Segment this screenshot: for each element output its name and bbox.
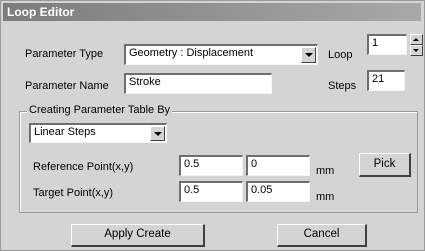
reference-x-input[interactable]: 0.5 [179,155,243,176]
cancel-button[interactable]: Cancel [277,224,367,247]
parameter-type-select[interactable]: Geometry : Displacement [124,44,318,65]
chevron-down-icon[interactable] [150,126,165,141]
reference-unit: mm [316,165,335,177]
loop-label: Loop [328,49,353,61]
loop-editor-window: Loop Editor Parameter Type Geometry : Di… [0,0,425,251]
target-point-label: Target Point(x,y) [33,187,114,199]
method-value: Linear Steps [34,126,96,138]
reference-y-input[interactable]: 0 [246,155,310,176]
target-y-input[interactable]: 0.05 [246,181,310,202]
spin-down-icon[interactable] [410,45,423,56]
parameter-name-label: Parameter Name [25,80,109,92]
group-title: Creating Parameter Table By [27,104,173,116]
parameter-type-label: Parameter Type [25,48,104,60]
parameter-name-input[interactable]: Stroke [124,73,272,94]
steps-input[interactable]: 21 [367,70,405,91]
spin-up-icon[interactable] [410,34,423,45]
steps-label: Steps [328,80,357,92]
chevron-down-icon[interactable] [301,47,316,63]
parameter-type-value: Geometry : Displacement [129,47,254,59]
method-select[interactable]: Linear Steps [29,123,167,143]
loop-input[interactable]: 1 [367,34,407,55]
apply-create-button[interactable]: Apply Create [71,224,205,247]
pick-button[interactable]: Pick [359,153,411,177]
target-x-input[interactable]: 0.5 [179,181,243,202]
reference-point-label: Reference Point(x,y) [33,161,134,173]
title-bar: Loop Editor [3,3,421,21]
window-title: Loop Editor [7,5,75,19]
target-unit: mm [316,191,335,203]
